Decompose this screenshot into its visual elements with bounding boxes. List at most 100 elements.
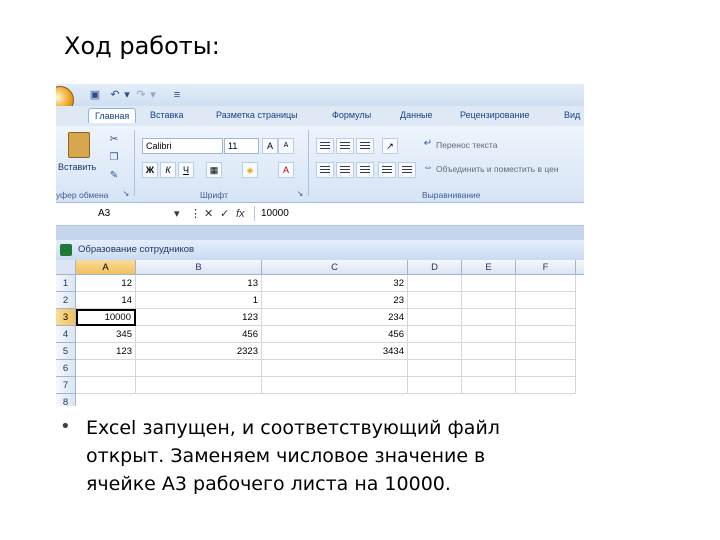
cell-empty[interactable] xyxy=(462,275,516,292)
cell-empty[interactable] xyxy=(76,360,136,377)
cell-empty[interactable] xyxy=(462,360,516,377)
dropdown-arrow-icon[interactable]: ▾ xyxy=(146,88,160,102)
bold-button[interactable]: Ж xyxy=(142,162,158,178)
cell-empty[interactable] xyxy=(76,377,136,394)
cell-empty[interactable] xyxy=(516,275,576,292)
cell-empty[interactable] xyxy=(408,377,462,394)
cell-empty[interactable] xyxy=(462,343,516,360)
align-left-icon[interactable] xyxy=(316,162,334,178)
row-header[interactable]: 5 xyxy=(56,343,76,360)
name-box[interactable]: A3 xyxy=(56,206,174,221)
cell-b2[interactable]: 1 xyxy=(136,292,262,309)
cell-empty[interactable] xyxy=(262,360,408,377)
cell-empty[interactable] xyxy=(516,343,576,360)
dialog-launcher-icon[interactable]: ↘ xyxy=(294,188,306,200)
tab-home[interactable]: Главная xyxy=(88,108,137,123)
worksheet-grid[interactable]: A B C D E F 1 2 3 4 5 6 7 8 12 13 32 14 … xyxy=(56,260,584,406)
cell-b1[interactable]: 13 xyxy=(136,275,262,292)
paste-icon[interactable] xyxy=(68,132,90,158)
cell-empty[interactable] xyxy=(408,275,462,292)
merge-center-button[interactable]: Объединить и поместить в цен xyxy=(436,164,559,174)
cell-empty[interactable] xyxy=(462,292,516,309)
select-all-corner[interactable] xyxy=(56,260,76,275)
column-header[interactable] xyxy=(576,260,584,275)
column-header[interactable]: D xyxy=(408,260,462,275)
align-center-icon[interactable] xyxy=(336,162,354,178)
tab-page-layout[interactable]: Разметка страницы xyxy=(216,110,298,120)
increase-indent-icon[interactable] xyxy=(398,162,416,178)
shrink-font-icon[interactable]: A xyxy=(278,138,294,154)
cell-empty[interactable] xyxy=(516,309,576,326)
enter-icon[interactable]: ✓ xyxy=(220,207,229,221)
cell-empty[interactable] xyxy=(516,326,576,343)
dropdown-arrow-icon[interactable]: ▾ xyxy=(174,207,180,221)
row-header[interactable]: 2 xyxy=(56,292,76,309)
column-header[interactable]: E xyxy=(462,260,516,275)
tab-data[interactable]: Данные xyxy=(400,110,433,120)
cell-c2[interactable]: 23 xyxy=(262,292,408,309)
tab-insert[interactable]: Вставка xyxy=(150,110,183,120)
cell-empty[interactable] xyxy=(516,377,576,394)
cell-a4[interactable]: 345 xyxy=(76,326,136,343)
cell-a2[interactable]: 14 xyxy=(76,292,136,309)
insert-function-icon[interactable]: fx xyxy=(236,207,245,221)
cell-empty[interactable] xyxy=(516,292,576,309)
cell-empty[interactable] xyxy=(408,343,462,360)
cell-a5[interactable]: 123 xyxy=(76,343,136,360)
cut-icon[interactable]: ✂ xyxy=(108,134,120,146)
font-name-combo[interactable]: Calibri xyxy=(142,138,223,154)
italic-button[interactable]: К xyxy=(160,162,176,178)
copy-icon[interactable]: ❐ xyxy=(108,152,120,164)
customize-toolbar-icon[interactable]: ≡ xyxy=(170,88,184,102)
row-header[interactable]: 8 xyxy=(56,394,76,406)
row-header[interactable]: 3 xyxy=(56,309,76,326)
cell-c3[interactable]: 234 xyxy=(262,309,408,326)
wrap-text-icon[interactable]: ↵ xyxy=(422,138,434,150)
cell-empty[interactable] xyxy=(408,360,462,377)
borders-icon[interactable]: ▦ xyxy=(206,162,222,178)
underline-button[interactable]: Ч xyxy=(178,162,194,178)
cell-empty[interactable] xyxy=(408,292,462,309)
cell-empty[interactable] xyxy=(136,360,262,377)
grow-font-icon[interactable]: A xyxy=(262,138,278,154)
options-icon[interactable]: ⋮ xyxy=(190,207,201,221)
cell-empty[interactable] xyxy=(462,309,516,326)
column-header[interactable]: B xyxy=(136,260,262,275)
align-bottom-icon[interactable] xyxy=(356,138,374,154)
cell-c5[interactable]: 3434 xyxy=(262,343,408,360)
cell-empty[interactable] xyxy=(516,360,576,377)
tab-review[interactable]: Рецензирование xyxy=(460,110,530,120)
cell-a3-active[interactable]: 10000 xyxy=(76,309,136,326)
column-header[interactable]: F xyxy=(516,260,576,275)
cell-a1[interactable]: 12 xyxy=(76,275,136,292)
cell-empty[interactable] xyxy=(136,377,262,394)
cell-b4[interactable]: 456 xyxy=(136,326,262,343)
row-header[interactable]: 4 xyxy=(56,326,76,343)
wrap-text-button[interactable]: Перенос текста xyxy=(436,140,497,150)
row-header[interactable]: 1 xyxy=(56,275,76,292)
dropdown-arrow-icon[interactable]: ▾ xyxy=(120,88,134,102)
fill-color-icon[interactable]: ◈ xyxy=(242,162,258,178)
tab-formulas[interactable]: Формулы xyxy=(332,110,371,120)
cell-c1[interactable]: 32 xyxy=(262,275,408,292)
cell-empty[interactable] xyxy=(408,309,462,326)
cell-c4[interactable]: 456 xyxy=(262,326,408,343)
align-right-icon[interactable] xyxy=(356,162,374,178)
align-top-icon[interactable] xyxy=(316,138,334,154)
align-middle-icon[interactable] xyxy=(336,138,354,154)
cell-b3[interactable]: 123 xyxy=(136,309,262,326)
orientation-icon[interactable]: ↗ xyxy=(382,138,398,154)
cell-empty[interactable] xyxy=(262,377,408,394)
cancel-icon[interactable]: ✕ xyxy=(204,207,213,221)
formula-input[interactable]: 10000 xyxy=(254,206,584,221)
row-header[interactable]: 6 xyxy=(56,360,76,377)
row-header[interactable]: 7 xyxy=(56,377,76,394)
column-header[interactable]: A xyxy=(76,260,136,275)
cell-empty[interactable] xyxy=(462,326,516,343)
cell-empty[interactable] xyxy=(408,326,462,343)
paste-button-label[interactable]: Вставить xyxy=(58,162,96,172)
save-icon[interactable]: ▣ xyxy=(88,88,102,102)
tab-view[interactable]: Вид xyxy=(564,110,580,120)
dialog-launcher-icon[interactable]: ↘ xyxy=(120,188,132,200)
cell-b5[interactable]: 2323 xyxy=(136,343,262,360)
